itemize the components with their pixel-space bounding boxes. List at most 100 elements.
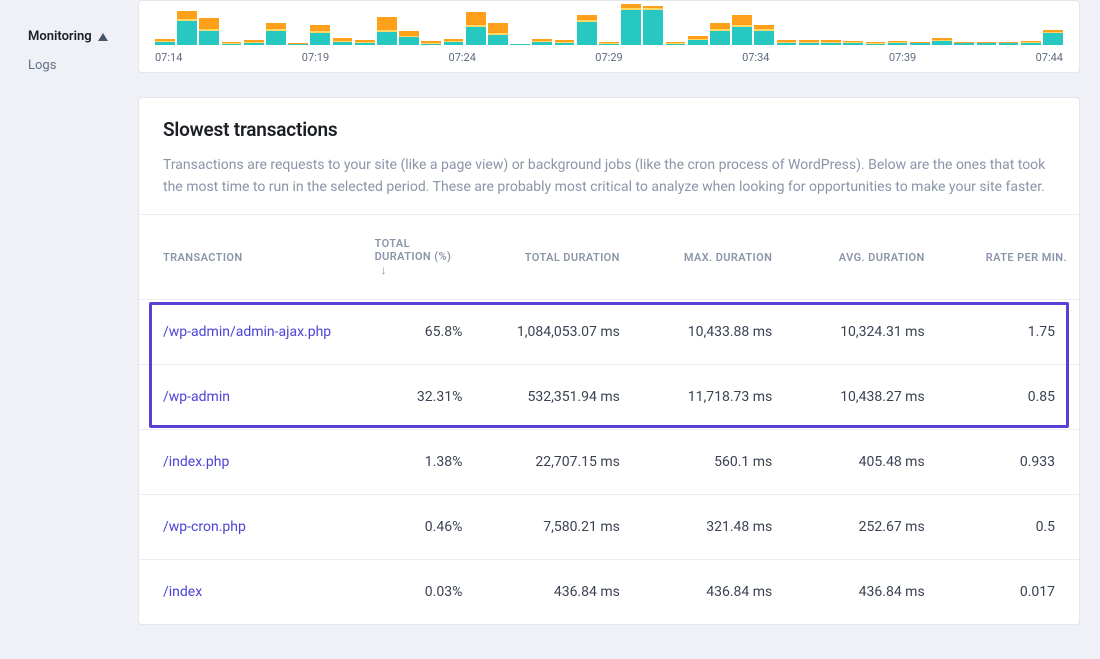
cell-max: 560.1 ms <box>632 430 784 495</box>
chart-bar[interactable] <box>954 1 974 45</box>
chart-bar[interactable] <box>377 1 397 45</box>
chart-bar[interactable] <box>777 1 797 45</box>
chart-bar[interactable] <box>266 1 286 45</box>
chart-x-axis: 07:1407:1907:2407:2907:3407:3907:44 <box>153 45 1065 64</box>
cell-max: 436.84 ms <box>632 560 784 625</box>
cell-rate: 0.85 <box>937 365 1079 430</box>
chart-bar[interactable] <box>977 1 997 45</box>
chart-bar[interactable] <box>643 1 663 45</box>
col-total-duration[interactable]: TOTAL DURATION <box>474 215 632 300</box>
chart-bar[interactable] <box>310 1 330 45</box>
cell-pct: 32.31% <box>363 365 475 430</box>
card-description: Transactions are requests to your site (… <box>163 155 1055 198</box>
transaction-link[interactable]: /index <box>163 584 202 600</box>
chart-bar[interactable] <box>288 1 308 45</box>
chart-bar[interactable] <box>155 1 175 45</box>
cell-total: 1,084,053.07 ms <box>474 300 632 365</box>
chart-bar[interactable] <box>199 1 219 45</box>
cell-transaction: /index <box>139 560 363 625</box>
sidebar-item-monitoring[interactable]: Monitoring <box>0 22 138 51</box>
chart-bar[interactable] <box>999 1 1019 45</box>
chart-bar[interactable] <box>621 1 641 45</box>
chart-bar[interactable] <box>399 1 419 45</box>
card-title: Slowest transactions <box>163 118 1055 141</box>
cell-rate: 0.5 <box>937 495 1079 560</box>
cell-transaction: /wp-admin/admin-ajax.php <box>139 300 363 365</box>
transaction-link[interactable]: /index.php <box>163 454 229 470</box>
cell-total: 7,580.21 ms <box>474 495 632 560</box>
sidebar: Monitoring Logs <box>0 0 138 659</box>
chart-bar[interactable] <box>599 1 619 45</box>
chart-bar[interactable] <box>910 1 930 45</box>
chart-bar[interactable] <box>444 1 464 45</box>
chart-bar[interactable] <box>177 1 197 45</box>
chart-bar[interactable] <box>821 1 841 45</box>
x-tick: 07:44 <box>1036 51 1063 64</box>
col-max-duration[interactable]: MAX. DURATION <box>632 215 784 300</box>
sidebar-item-label: Monitoring <box>28 29 92 44</box>
cell-total: 532,351.94 ms <box>474 365 632 430</box>
transaction-link[interactable]: /wp-cron.php <box>163 519 246 535</box>
chart-bar[interactable] <box>1043 1 1063 45</box>
cell-avg: 252.67 ms <box>784 495 936 560</box>
chart-bar[interactable] <box>888 1 908 45</box>
cell-transaction: /wp-cron.php <box>139 495 363 560</box>
sort-down-icon: ↓ <box>381 263 387 277</box>
chart-card: 07:1407:1907:2407:2907:3407:3907:44 <box>138 0 1080 73</box>
chart-bar[interactable] <box>732 1 752 45</box>
table-row: /wp-admin/admin-ajax.php65.8%1,084,053.0… <box>139 300 1079 365</box>
cell-transaction: /wp-admin <box>139 365 363 430</box>
cell-avg: 10,324.31 ms <box>784 300 936 365</box>
cell-pct: 0.03% <box>363 560 475 625</box>
cell-avg: 405.48 ms <box>784 430 936 495</box>
chart-bar[interactable] <box>932 1 952 45</box>
cell-max: 11,718.73 ms <box>632 365 784 430</box>
cell-pct: 0.46% <box>363 495 475 560</box>
alert-icon <box>98 33 108 41</box>
chart-bar[interactable] <box>754 1 774 45</box>
chart-bar[interactable] <box>1021 1 1041 45</box>
chart-bar[interactable] <box>421 1 441 45</box>
sidebar-item-label: Logs <box>28 58 56 73</box>
cell-avg: 436.84 ms <box>784 560 936 625</box>
table-row: /index0.03%436.84 ms436.84 ms436.84 ms0.… <box>139 560 1079 625</box>
chart-bar[interactable] <box>244 1 264 45</box>
chart-bar[interactable] <box>577 1 597 45</box>
chart-bar[interactable] <box>510 1 530 45</box>
col-avg-duration[interactable]: AVG. DURATION <box>784 215 936 300</box>
x-tick: 07:34 <box>742 51 769 64</box>
slowest-transactions-card: Slowest transactions Transactions are re… <box>138 97 1080 625</box>
chart-bar[interactable] <box>532 1 552 45</box>
chart-bar[interactable] <box>333 1 353 45</box>
chart-bar[interactable] <box>666 1 686 45</box>
chart-bar[interactable] <box>555 1 575 45</box>
col-total-duration-pct[interactable]: TOTAL DURATION (%) ↓ <box>363 215 475 300</box>
chart-bar[interactable] <box>799 1 819 45</box>
chart-bar[interactable] <box>843 1 863 45</box>
col-transaction[interactable]: TRANSACTION <box>139 215 363 300</box>
chart-bar[interactable] <box>222 1 242 45</box>
x-tick: 07:24 <box>449 51 476 64</box>
transaction-link[interactable]: /wp-admin/admin-ajax.php <box>163 324 331 340</box>
chart-bar[interactable] <box>488 1 508 45</box>
x-tick: 07:14 <box>155 51 182 64</box>
chart-bar[interactable] <box>355 1 375 45</box>
chart-bar[interactable] <box>466 1 486 45</box>
cell-rate: 1.75 <box>937 300 1079 365</box>
bar-chart <box>153 1 1065 45</box>
col-label: TOTAL DURATION (%) <box>375 237 452 263</box>
x-tick: 07:19 <box>302 51 329 64</box>
cell-pct: 1.38% <box>363 430 475 495</box>
cell-rate: 0.933 <box>937 430 1079 495</box>
table-row: /index.php 1.38%22,707.15 ms560.1 ms405.4… <box>139 430 1079 495</box>
transaction-link[interactable]: /wp-admin <box>163 389 230 405</box>
chart-bar[interactable] <box>710 1 730 45</box>
table-row: /wp-cron.php0.46%7,580.21 ms321.48 ms252… <box>139 495 1079 560</box>
chart-bar[interactable] <box>866 1 886 45</box>
sidebar-item-logs[interactable]: Logs <box>0 51 138 80</box>
chart-bar[interactable] <box>688 1 708 45</box>
cell-total: 22,707.15 ms <box>474 430 632 495</box>
cell-max: 10,433.88 ms <box>632 300 784 365</box>
col-rate[interactable]: RATE PER MIN. <box>937 215 1079 300</box>
cell-total: 436.84 ms <box>474 560 632 625</box>
